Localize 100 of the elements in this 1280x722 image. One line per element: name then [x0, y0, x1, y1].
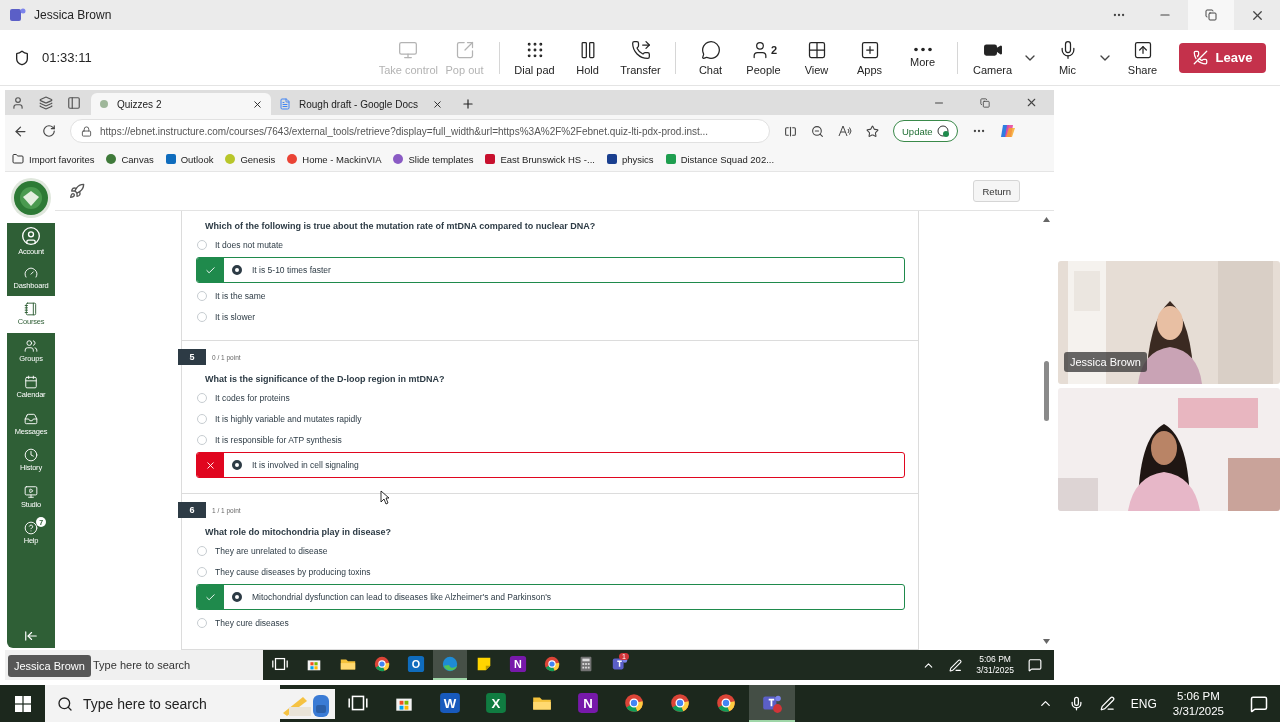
taskbar-app[interactable]: W — [427, 685, 473, 722]
word-icon: W — [439, 691, 461, 714]
phone-forward-icon — [630, 39, 651, 60]
zoom-out-icon[interactable] — [811, 124, 824, 138]
pen-icon[interactable] — [949, 658, 963, 672]
answer-text: It codes for proteins — [215, 392, 290, 403]
scroll-down-icon[interactable] — [1043, 639, 1050, 644]
scroll-up-icon[interactable] — [1043, 217, 1050, 222]
backpack-drawing — [279, 688, 335, 719]
monitor-icon — [398, 39, 419, 60]
onenote-icon: N — [577, 691, 599, 714]
toolbar-button[interactable]: Apps — [843, 32, 896, 83]
toolbar-button[interactable]: Hold — [561, 32, 614, 83]
new-tab-icon[interactable] — [461, 97, 475, 111]
browser-tab[interactable]: Quizzes 2 — [91, 93, 271, 115]
bookmark-link[interactable]: Distance Squad 202... — [665, 153, 775, 165]
collapse-icon — [24, 629, 38, 643]
radio-button[interactable] — [232, 592, 242, 602]
call-timer: 01:33:11 — [42, 50, 92, 65]
bookmark-link[interactable]: physics — [606, 153, 654, 165]
notifications-icon[interactable] — [1250, 694, 1268, 713]
popout-icon — [454, 39, 475, 60]
lock-icon — [81, 125, 92, 137]
browser-tab[interactable]: Rough draft - Google Docs — [271, 93, 451, 115]
chrome-icon — [669, 691, 691, 714]
favorite-icon[interactable] — [866, 124, 879, 138]
toolbar-button[interactable]: View — [790, 32, 843, 83]
toolbar-button[interactable]: Transfer — [614, 32, 667, 83]
windows-logo — [14, 695, 31, 712]
address-field[interactable]: https://ebnet.instructure.com/courses/7643/external_tools/retrieve?display=full_width&url=https%3A%2F%2Febnet.quiz-lti-pdx-prod.inst... — [70, 119, 770, 143]
search-field[interactable]: Type here to search — [45, 685, 280, 722]
answer-text: It does not mutate — [215, 239, 284, 250]
taskbar-app[interactable]: N — [501, 650, 535, 680]
onenote-icon: N — [509, 655, 527, 673]
plus-icon — [859, 39, 880, 60]
back-icon[interactable] — [13, 123, 28, 139]
chrome-icon — [543, 655, 561, 673]
read-aloud-icon[interactable] — [838, 125, 852, 137]
shield-icon — [14, 49, 30, 66]
bookmark-link[interactable]: Outlook — [165, 153, 214, 165]
people-icon — [24, 338, 38, 353]
refresh-icon[interactable] — [42, 124, 56, 138]
vertical-tabs-icon[interactable] — [67, 95, 81, 110]
bookmark-link[interactable]: Import favorites — [12, 153, 95, 165]
answer-text: It is 5-10 times faster — [252, 265, 331, 275]
answer-text: They cause diseases by producing toxins — [215, 566, 371, 577]
account-icon — [21, 226, 41, 247]
outlook-icon: O — [407, 655, 425, 673]
copilot-icon[interactable] — [999, 123, 1016, 139]
question-text: What is the significance of the D-loop region in mtDNA? — [205, 373, 446, 386]
bookmark-link[interactable]: Genesis — [225, 153, 276, 165]
question-text: What role do mitochondria play in disease? — [205, 526, 393, 539]
cross-icon — [205, 459, 216, 471]
toolbar-button[interactable]: 2 People — [737, 32, 790, 83]
close-tab-icon[interactable] — [432, 98, 443, 110]
answer-text: They are unrelated to disease — [215, 545, 328, 556]
toolbar-button[interactable]: Mic — [1041, 32, 1094, 83]
toolbar-button[interactable]: Chat — [684, 32, 737, 83]
chrome-icon — [373, 655, 391, 673]
calendar-icon — [24, 375, 38, 390]
sticky-note-icon — [475, 655, 493, 673]
question-number: 5 — [178, 349, 206, 365]
workspaces-icon[interactable] — [39, 95, 53, 110]
clock[interactable]: 5:06 PM 3/31/2025 — [976, 654, 1014, 676]
toolbar-button[interactable]: More — [896, 32, 949, 83]
taskbar-app[interactable]: N — [565, 685, 611, 722]
update-button[interactable]: Update — [893, 120, 958, 142]
split-screen-icon[interactable] — [784, 124, 797, 138]
notebook-icon — [24, 302, 38, 317]
teams-logo — [10, 8, 26, 22]
participant-name: Jessica Brown — [1064, 351, 1147, 372]
update-icon — [936, 125, 949, 137]
clock[interactable]: 5:06 PM 3/31/2025 — [1172, 689, 1224, 718]
rocket-icon[interactable] — [69, 183, 85, 199]
language-indicator[interactable]: ENG — [1130, 696, 1157, 711]
answer-text: They cure diseases — [215, 617, 289, 628]
leave-button[interactable]: Leave — [1179, 42, 1266, 73]
bookmark-link[interactable]: Canvas — [106, 153, 154, 165]
inbox-icon — [24, 411, 38, 426]
excel-icon: X — [485, 691, 507, 714]
mic-icon[interactable] — [1068, 696, 1084, 711]
close-tab-icon[interactable] — [252, 98, 263, 110]
profile-icon[interactable] — [11, 95, 25, 110]
toolbar-button[interactable]: Camera — [966, 32, 1019, 83]
check-icon — [205, 264, 216, 276]
return-button[interactable]: Return — [973, 180, 1020, 202]
bookmark-link[interactable]: Home - MackinVIA — [287, 153, 382, 165]
pen-icon[interactable] — [1099, 696, 1115, 711]
school-seal-logo[interactable] — [10, 176, 52, 219]
toolbar-button[interactable]: Dial pad — [508, 32, 561, 83]
taskbar-app[interactable]: X — [473, 685, 519, 722]
more-icon — [912, 47, 933, 52]
toolbar-button[interactable]: Share — [1116, 32, 1169, 83]
notifications-icon[interactable] — [1028, 658, 1042, 672]
bookmark-link[interactable]: East Brunswick HS -... — [485, 153, 595, 165]
radio-button[interactable] — [232, 460, 242, 470]
monitor-icon — [24, 484, 38, 499]
taskbar-app[interactable]: O — [399, 650, 433, 680]
bookmark-link[interactable]: Slide templates — [393, 153, 474, 165]
radio-button[interactable] — [232, 265, 242, 275]
